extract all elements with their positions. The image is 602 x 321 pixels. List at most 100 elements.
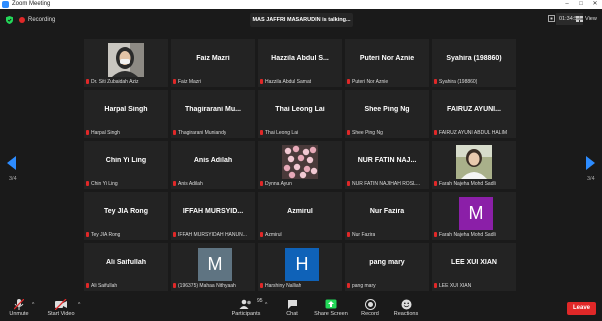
participant-tile[interactable]: Nur Fazira Nur Fazira xyxy=(345,192,429,240)
participant-name: Dynna Ayun xyxy=(265,181,292,187)
participant-name-label: Tey JIA Rong xyxy=(86,232,120,238)
unmute-button[interactable]: Unmute xyxy=(6,297,32,317)
participant-tile[interactable]: FAIRUZ AYUNI... FAIRUZ AYUNI ABDUL HALIM xyxy=(432,90,516,138)
previous-page-arrow[interactable] xyxy=(7,156,17,170)
start-video-button[interactable]: Start Video xyxy=(44,297,78,317)
muted-mic-icon xyxy=(173,181,176,186)
participant-name-label: pang mary xyxy=(347,283,376,289)
participant-name-label: Azmirul xyxy=(260,232,282,238)
participant-tile[interactable]: LEE XUI XIAN LEE XUI XIAN xyxy=(432,243,516,291)
participant-photo xyxy=(108,43,144,77)
participant-tile[interactable]: Anis Adilah Anis Adilah xyxy=(171,141,255,189)
muted-mic-icon xyxy=(434,181,437,186)
participant-name-label: Harpal Singh xyxy=(86,130,120,136)
chat-button[interactable]: Chat xyxy=(283,297,301,317)
participant-name-label: Thai Leong Lai xyxy=(260,130,298,136)
view-button[interactable]: View xyxy=(585,14,597,24)
participant-avatar: M xyxy=(459,197,493,230)
participant-tile[interactable]: Hazzila Abdul S... Hazzila Abdul Samat xyxy=(258,39,342,87)
participant-name: Farah Najeha Mohd Sadli xyxy=(439,181,496,187)
muted-mic-icon xyxy=(173,130,176,135)
participant-name: FAIRUZ AYUNI ABDUL HALIM xyxy=(439,130,508,136)
video-options-caret[interactable]: ^ xyxy=(78,302,80,308)
leave-button[interactable]: Leave xyxy=(567,302,596,315)
participant-tile[interactable]: Thai Leong Lai Thai Leong Lai xyxy=(258,90,342,138)
participant-tile[interactable]: M Farah Najeha Mohd Sadli xyxy=(432,192,516,240)
audio-options-caret[interactable]: ^ xyxy=(32,302,34,308)
participant-name: Shee Ping Ng xyxy=(352,130,383,136)
record-button[interactable]: Record xyxy=(360,297,380,317)
maximize-icon[interactable]: □ xyxy=(574,0,588,9)
active-speaker-banner: MAS JAFFRI MASARUDIN is talking... xyxy=(250,13,353,27)
participant-name-label: Puteri Nor Aznie xyxy=(347,79,388,85)
participant-tile[interactable]: Tey JIA Rong Tey JIA Rong xyxy=(84,192,168,240)
reactions-button[interactable]: Reactions xyxy=(392,297,420,317)
window-title: Zoom Meeting xyxy=(12,1,51,7)
participant-name-label: Farah Najeha Mohd Sadli xyxy=(434,181,496,187)
meeting-topbar: Recording MAS JAFFRI MASARUDIN is talkin… xyxy=(0,9,602,31)
muted-mic-icon xyxy=(173,283,176,288)
participant-name: Faiz Mazri xyxy=(178,79,202,85)
participant-tile[interactable]: NUR FATIN NAJ... NUR FATIN NAJIHAH ROSL..… xyxy=(345,141,429,189)
participant-tile[interactable]: Faiz Mazri Faiz Mazri xyxy=(171,39,255,87)
participant-display-name: FAIRUZ AYUNI... xyxy=(447,106,501,113)
participant-display-name: NUR FATIN NAJ... xyxy=(357,157,417,164)
participant-name: pang mary xyxy=(352,283,376,289)
view-grid-icon[interactable] xyxy=(576,16,583,22)
participant-name-label: Farah Najeha Mohd Sadli xyxy=(434,232,496,238)
participant-display-name: Ali Saifullah xyxy=(105,259,147,266)
participant-name-label: LEE XUI XIAN xyxy=(434,283,471,289)
participant-display-name: Thagirarani Mu... xyxy=(184,106,241,113)
participant-name-label: Dynna Ayun xyxy=(260,181,292,187)
participant-tile[interactable]: pang mary pang mary xyxy=(345,243,429,291)
participant-display-name: Syahira (198860) xyxy=(446,55,502,62)
participant-display-name: LEE XUI XIAN xyxy=(451,259,497,266)
participant-name-label: (196375) Mahaa Nithyaah xyxy=(173,283,236,289)
participant-tile[interactable]: IFFAH MURSYID... IFFAH MURSYIDAH HANUN... xyxy=(171,192,255,240)
participant-display-name: Harpal Singh xyxy=(104,106,148,113)
window-titlebar: Zoom Meeting – □ ✕ xyxy=(0,0,602,9)
shield-icon[interactable] xyxy=(6,16,13,24)
participant-tile[interactable]: Ali Saifullah Ali Saifullah xyxy=(84,243,168,291)
participant-display-name: Thai Leong Lai xyxy=(275,106,325,113)
participant-tile[interactable]: Azmirul Azmirul xyxy=(258,192,342,240)
page-indicator-left: 3/4 xyxy=(9,176,17,182)
meeting-toolbar: Unmute ^ Start Video ^ Participants 95 ^… xyxy=(0,296,602,321)
participant-tile[interactable]: H Harshiny Nalliah xyxy=(258,243,342,291)
participant-display-name: IFFAH MURSYID... xyxy=(182,208,244,215)
next-page-arrow[interactable] xyxy=(585,156,595,170)
participant-display-name: Anis Adilah xyxy=(193,157,233,164)
participant-tile[interactable]: M (196375) Mahaa Nithyaah xyxy=(171,243,255,291)
participant-name: Chin Yi Ling xyxy=(91,181,118,187)
chat-icon xyxy=(287,300,297,309)
participant-tile[interactable]: Shee Ping Ng Shee Ping Ng xyxy=(345,90,429,138)
record-icon xyxy=(364,299,376,310)
participant-name-label: Harshiny Nalliah xyxy=(260,283,301,289)
participant-tile[interactable]: Syahira (198860) Syahira (198860) xyxy=(432,39,516,87)
muted-mic-icon xyxy=(347,283,350,288)
close-icon[interactable]: ✕ xyxy=(588,0,602,9)
participant-tile[interactable]: Puteri Nor Aznie Puteri Nor Aznie xyxy=(345,39,429,87)
muted-mic-icon xyxy=(347,130,350,135)
participant-tile[interactable]: Farah Najeha Mohd Sadli xyxy=(432,141,516,189)
participant-tile[interactable]: Dynna Ayun xyxy=(258,141,342,189)
muted-mic-icon xyxy=(86,130,89,135)
participant-photo-flowers xyxy=(282,145,318,179)
chat-label: Chat xyxy=(286,311,298,317)
share-screen-button[interactable]: Share Screen xyxy=(313,297,349,317)
participant-tile[interactable]: Dr. Siti Zubaidah Aziz xyxy=(84,39,168,87)
participant-tile[interactable]: Chin Yi Ling Chin Yi Ling xyxy=(84,141,168,189)
participant-tile[interactable]: Harpal Singh Harpal Singh xyxy=(84,90,168,138)
participants-options-caret[interactable]: ^ xyxy=(265,302,267,308)
muted-mic-icon xyxy=(260,130,263,135)
minimize-icon[interactable]: – xyxy=(560,0,574,9)
muted-mic-icon xyxy=(173,79,176,84)
participant-name: Anis Adilah xyxy=(178,181,203,187)
muted-mic-icon xyxy=(86,232,89,237)
participant-name-label: Ali Saifullah xyxy=(86,283,117,289)
recording-label: Recording xyxy=(28,17,56,23)
participant-name: Thagirarani Muniandy xyxy=(178,130,227,136)
reactions-smiley-icon xyxy=(401,299,411,310)
participant-tile[interactable]: Thagirarani Mu... Thagirarani Muniandy xyxy=(171,90,255,138)
muted-mic-icon xyxy=(347,79,350,84)
